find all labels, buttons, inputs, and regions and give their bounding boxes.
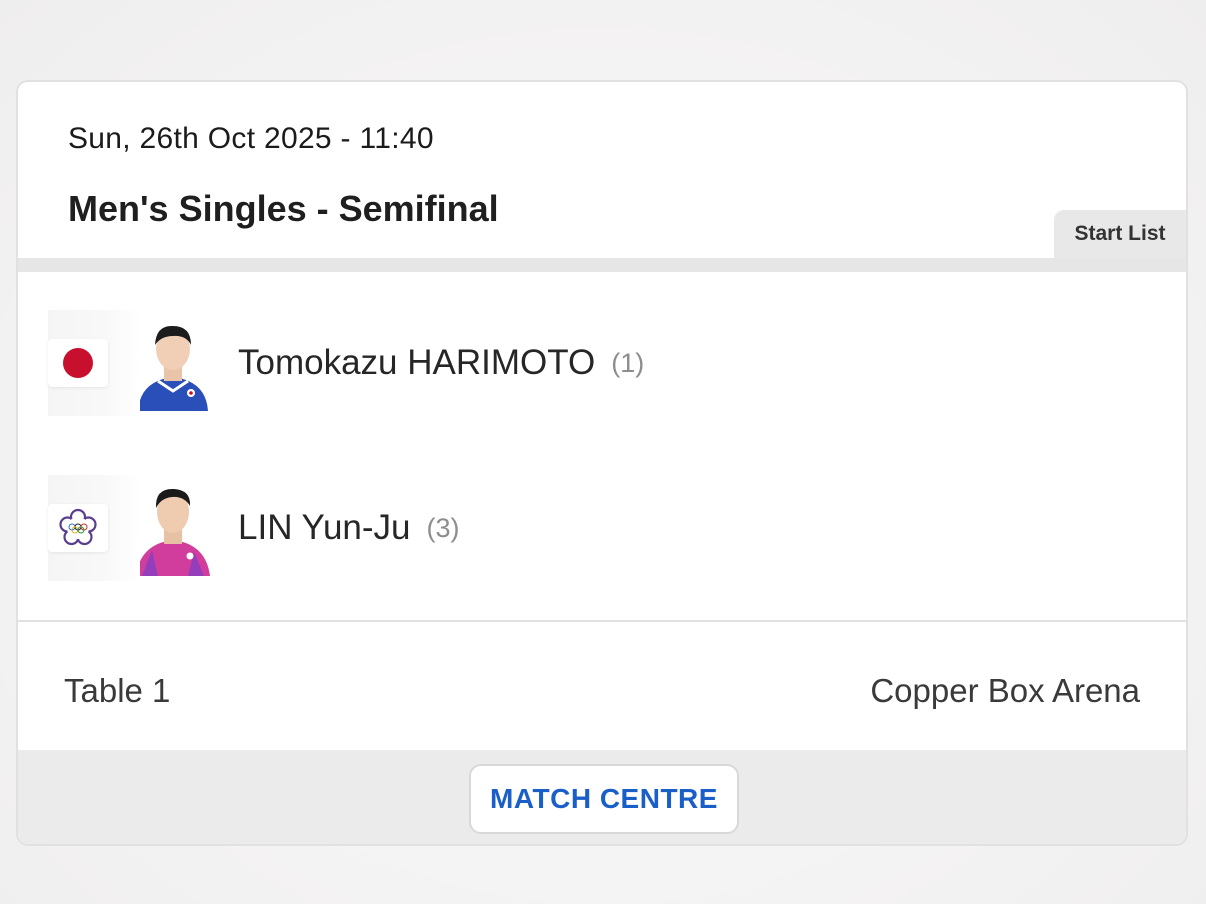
card-footer: MATCH CENTRE — [18, 751, 1186, 844]
table-number: Table 1 — [64, 672, 171, 709]
player-name: Tomokazu HARIMOTO — [238, 343, 596, 382]
chinese-taipei-olympic-flag-icon — [48, 504, 108, 552]
match-datetime: Sun, 26th Oct 2025 - 11:40 — [68, 122, 434, 155]
player-avatar — [128, 315, 218, 411]
player-avatar — [128, 480, 218, 576]
event-title: Men's Singles - Semifinal — [68, 188, 499, 229]
match-header: Sun, 26th Oct 2025 - 11:40 Men's Singles… — [18, 82, 1186, 258]
player-row-harimoto: Tomokazu HARIMOTO (1) — [48, 310, 644, 416]
match-centre-button[interactable]: MATCH CENTRE — [469, 764, 739, 834]
start-list-tab[interactable]: Start List — [1054, 210, 1186, 258]
players-list: Tomokazu HARIMOTO (1) LIN Yun-Ju (3) — [18, 272, 1186, 622]
player-row-lin: LIN Yun-Ju (3) — [48, 475, 460, 581]
player-name: LIN Yun-Ju — [238, 508, 411, 547]
player-seed: (3) — [426, 512, 460, 543]
match-location-row: Table 1 Copper Box Arena — [18, 622, 1186, 751]
flag-container — [48, 475, 140, 581]
flag-container — [48, 310, 140, 416]
page-background: Sun, 26th Oct 2025 - 11:40 Men's Singles… — [0, 0, 1206, 904]
japan-flag-icon — [48, 339, 108, 387]
venue-name: Copper Box Arena — [870, 672, 1140, 709]
match-card: Sun, 26th Oct 2025 - 11:40 Men's Singles… — [16, 80, 1188, 846]
header-divider-band — [18, 258, 1186, 272]
player-seed: (1) — [611, 347, 645, 378]
